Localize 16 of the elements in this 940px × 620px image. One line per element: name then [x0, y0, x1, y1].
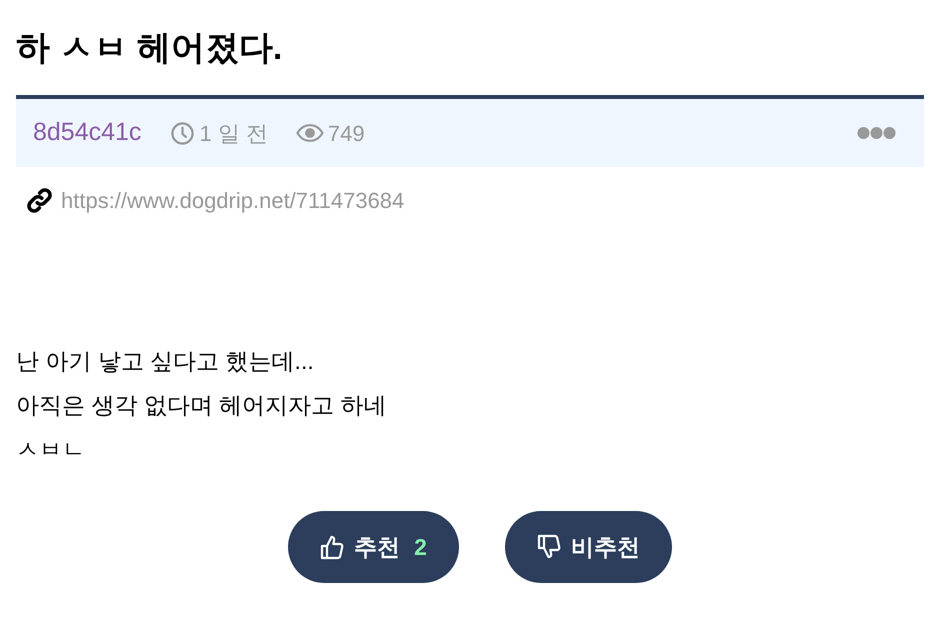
upvote-button[interactable]: 추천 2: [288, 511, 459, 583]
thumbs-down-icon: [536, 534, 561, 560]
downvote-button[interactable]: 비추천: [504, 511, 672, 583]
eye-icon: [296, 124, 324, 142]
post-text-line: 아직은 생각 없다며 헤어지자고 하네: [16, 391, 387, 420]
link-icon: [26, 186, 53, 214]
author-name[interactable]: 8d54c41c: [33, 114, 142, 152]
post-time: 1 일 전: [199, 120, 268, 148]
vote-count: 2: [414, 532, 427, 562]
clock-icon: [171, 122, 194, 144]
post-title: 하 ㅅㅂ 헤어졌다.: [16, 28, 282, 69]
view-count: 749: [328, 120, 365, 148]
thumbs-up-icon: [320, 534, 344, 560]
more-options-icon[interactable]: [857, 126, 896, 140]
post-text-line: ㅅㅂㄴ: [16, 435, 85, 464]
post-text-line: 난 아기 낳고 싶다고 했는데...: [16, 347, 314, 376]
